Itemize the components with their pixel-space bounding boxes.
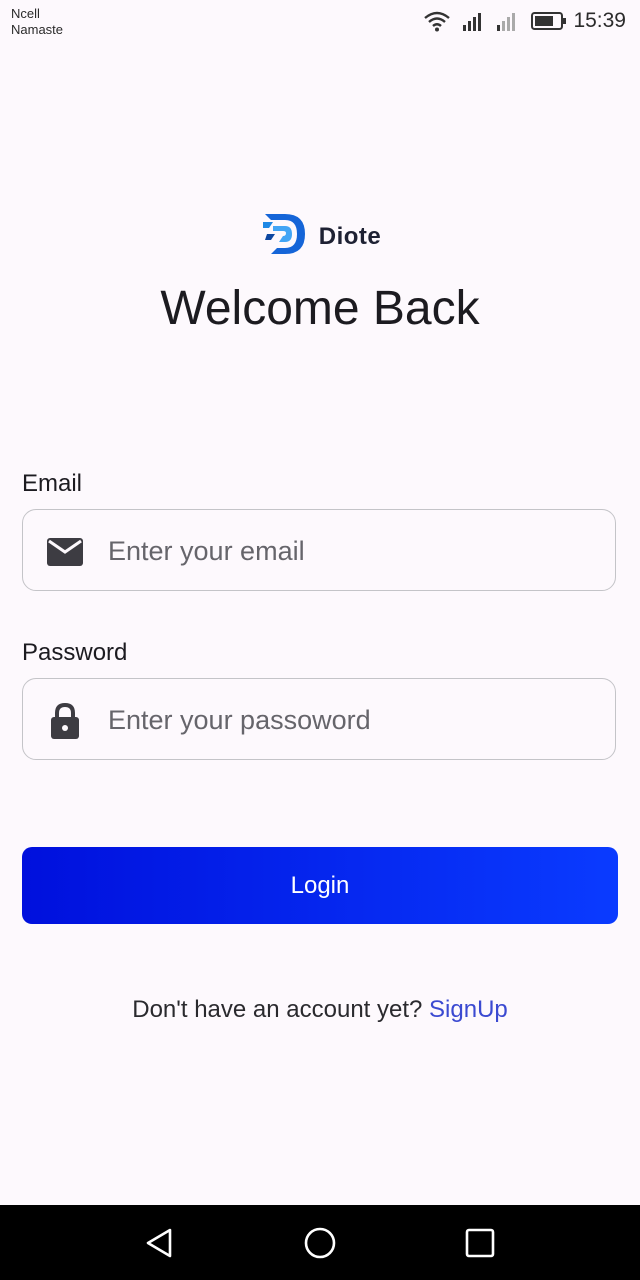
email-label: Email [22, 470, 83, 497]
password-placeholder: Enter your passoword [108, 705, 371, 735]
email-placeholder: Enter your email [108, 536, 305, 566]
login-screen: Ncell Namaste 15:39 Diote Welcome Back E… [0, 0, 640, 1280]
back-icon[interactable] [142, 1225, 178, 1261]
signal-icon [463, 11, 485, 31]
status-icons: 15:39 [423, 8, 626, 34]
diote-logo-icon [259, 208, 311, 265]
status-time: 15:39 [573, 9, 626, 32]
mail-icon [45, 532, 85, 572]
login-button[interactable]: Login [22, 847, 618, 924]
system-nav-bar [0, 1205, 640, 1280]
password-label: Password [22, 639, 128, 666]
signal-weak-icon [497, 11, 519, 31]
carrier-subtitle: Namaste [11, 22, 64, 37]
brand: Diote [0, 208, 640, 265]
password-field[interactable]: Enter your passoword [22, 678, 616, 760]
home-icon[interactable] [302, 1225, 338, 1261]
signup-prompt: Don't have an account yet? SignUp [0, 996, 640, 1024]
email-field[interactable]: Enter your email [22, 509, 616, 591]
page-title: Welcome Back [160, 282, 480, 335]
login-button-label: Login [290, 871, 350, 899]
recent-apps-icon[interactable] [462, 1225, 498, 1261]
lock-icon [45, 701, 85, 741]
signup-link[interactable]: SignUp [429, 996, 508, 1023]
carrier-name: Ncell [11, 6, 40, 21]
carrier-info: Ncell Namaste [11, 6, 63, 38]
battery-icon [531, 12, 567, 30]
status-bar: Ncell Namaste 15:39 [0, 0, 640, 44]
brand-name: Diote [318, 222, 382, 250]
wifi-icon [423, 10, 451, 32]
signup-prompt-text: Don't have an account yet? [132, 996, 423, 1023]
